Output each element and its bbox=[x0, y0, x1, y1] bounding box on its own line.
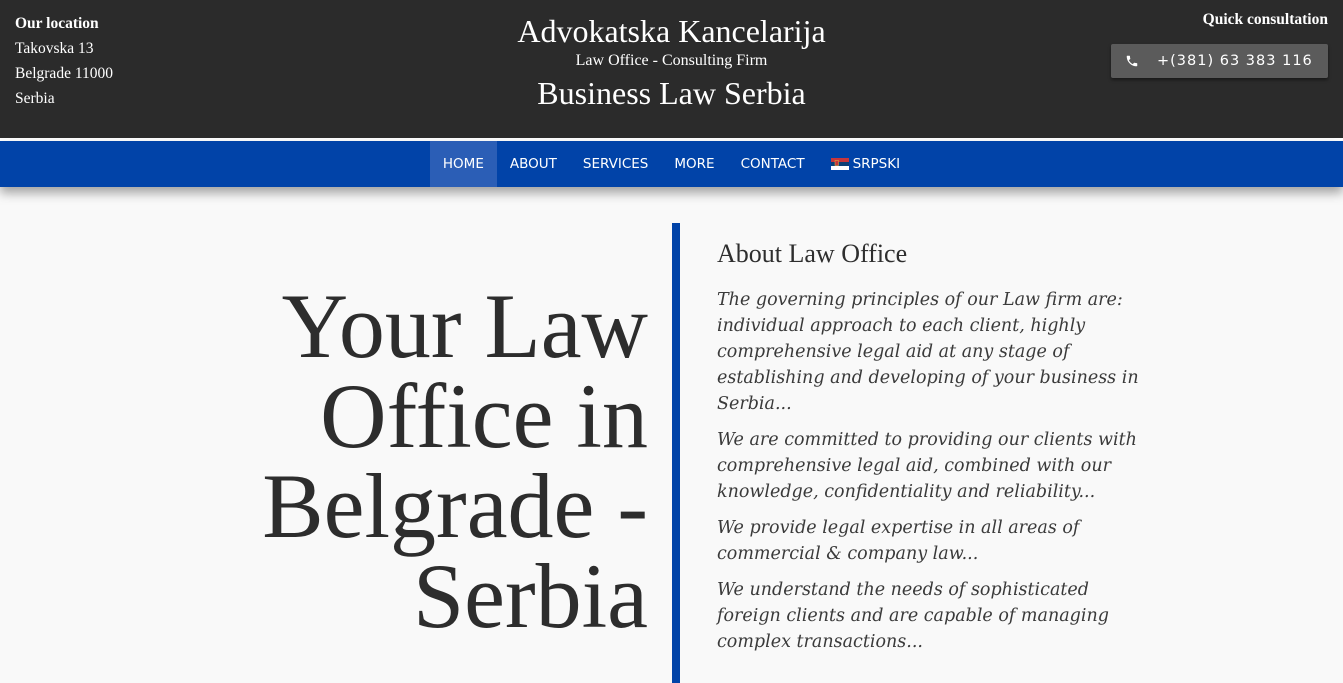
phone-number: +(381) 63 383 116 bbox=[1157, 53, 1313, 69]
nav-item-label: HOME bbox=[442, 156, 484, 172]
top-header: Our location Takovska 13 Belgrade 11000 … bbox=[0, 0, 1343, 138]
nav-item-label: SRPSKI bbox=[852, 156, 901, 172]
about-section: About Law Office The governing principle… bbox=[717, 237, 1157, 665]
nav-item-more[interactable]: MORE bbox=[661, 141, 727, 187]
nav-item-label: MORE bbox=[674, 156, 715, 172]
vertical-divider bbox=[672, 223, 680, 683]
serbia-flag-icon bbox=[830, 158, 849, 170]
hero-heading: Your Law Office in Belgrade - Serbia bbox=[48, 275, 648, 647]
nav-item-home[interactable]: HOME bbox=[429, 141, 497, 187]
about-paragraph: We are committed to providing our client… bbox=[717, 430, 1137, 502]
nav-item-contact[interactable]: CONTACT bbox=[728, 141, 818, 187]
phone-icon bbox=[1126, 55, 1138, 67]
about-paragraph: The governing principles of our Law firm… bbox=[717, 290, 1139, 414]
nav-item-services[interactable]: SERVICES bbox=[570, 141, 661, 187]
nav-item-about[interactable]: ABOUT bbox=[497, 141, 570, 187]
nav-item-label: SERVICES bbox=[582, 156, 649, 172]
brand-tagline: Business Law Serbia bbox=[537, 75, 806, 111]
about-title: About Law Office bbox=[717, 239, 908, 268]
main-nav: HOME ABOUT SERVICES MORE CONTACT SRPSKI bbox=[0, 141, 1343, 187]
about-paragraph: We understand the needs of sophisticated… bbox=[717, 580, 1109, 652]
hero-line: Belgrade - bbox=[262, 455, 648, 557]
hero-line: Your Law bbox=[281, 275, 648, 377]
hero-line: Serbia bbox=[412, 545, 648, 647]
about-paragraph: We provide legal expertise in all areas … bbox=[717, 518, 1080, 564]
quick-consultation-title: Quick consultation bbox=[1202, 11, 1328, 28]
main-content: Your Law Office in Belgrade - Serbia Abo… bbox=[0, 187, 1343, 683]
nav-item-label: CONTACT bbox=[740, 156, 805, 172]
phone-button[interactable]: +(381) 63 383 116 bbox=[1111, 44, 1328, 78]
hero-line: Office in bbox=[320, 365, 648, 467]
nav-item-srpski[interactable]: SRPSKI bbox=[818, 141, 914, 187]
nav-item-label: ABOUT bbox=[509, 156, 557, 172]
